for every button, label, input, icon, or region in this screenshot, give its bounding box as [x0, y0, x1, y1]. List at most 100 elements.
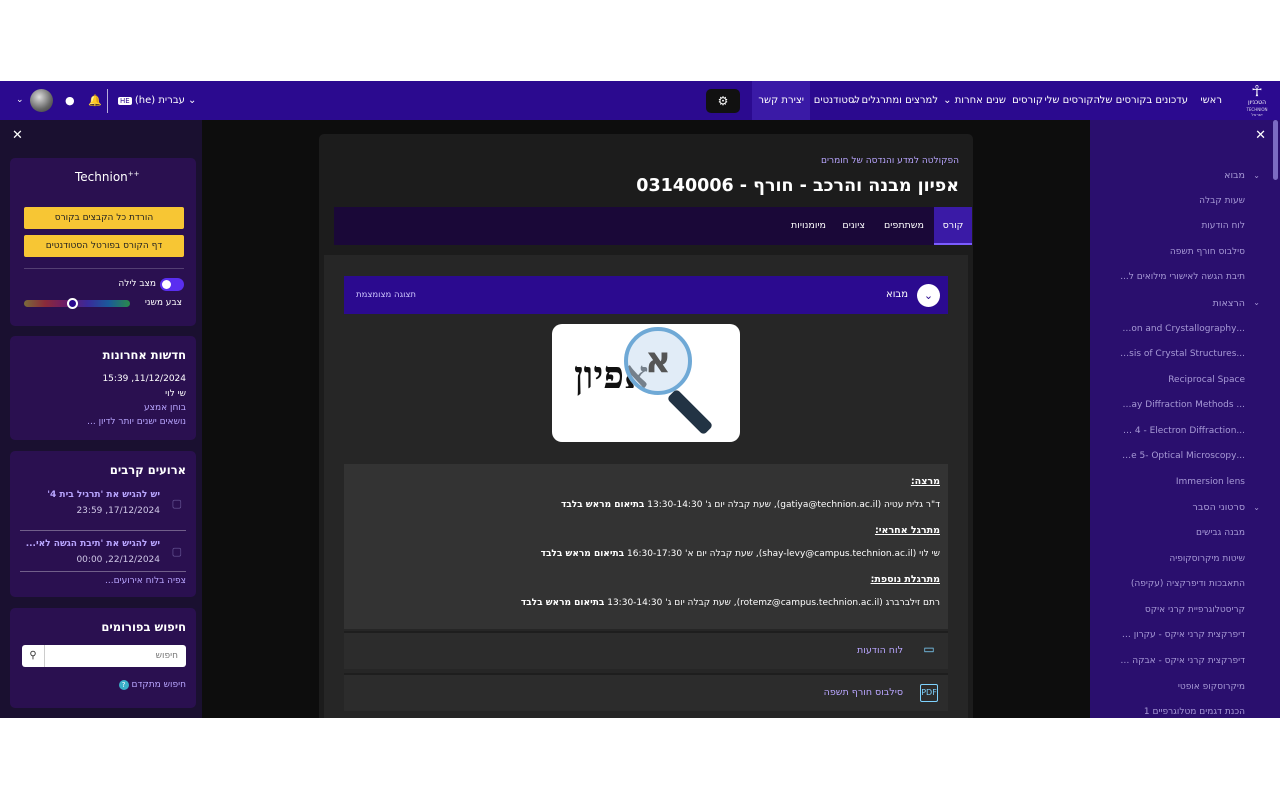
avatar[interactable]	[30, 89, 53, 112]
index-section-title[interactable]: סרטוני הסבר	[1193, 502, 1245, 513]
nav-contact[interactable]: יצירת קשר	[752, 81, 810, 120]
course-panel: ⌄ מבוא תצוגה מצומצמת אפיון א מרצה: ד"ר ג…	[324, 255, 968, 718]
logo-text: הטכניון	[1248, 99, 1266, 106]
nav-other-years-label: שנים אחרות	[954, 95, 1006, 106]
settings-gear-button[interactable]: ⚙	[706, 89, 740, 113]
index-item[interactable]: ...alysis of Crystal Structures	[1120, 349, 1245, 359]
ta-contact: שי לוי (shay-levy@campus.technion.ac.il)…	[624, 549, 940, 559]
index-item[interactable]: שעות קבלה	[1199, 196, 1245, 206]
nav-lecturers-label: למרצים ומתרגלים	[861, 95, 938, 106]
logo-subtext-2: ישראל	[1251, 112, 1263, 117]
ta-note: בתיאום מראש בלבד	[540, 549, 625, 559]
index-section-title[interactable]: הרצאות	[1213, 298, 1245, 309]
navbar-divider	[107, 89, 108, 113]
technion-plus-title: Technion++	[75, 170, 140, 184]
nav-students[interactable]: לסטודנטים ⌄	[802, 81, 860, 120]
nav-course-updates[interactable]: עדכונים בקורסים שלי	[1097, 81, 1188, 120]
index-item[interactable]: Reciprocal Space	[1168, 375, 1245, 385]
upcoming-events-card: ארועים קרבים יש להגיש את 'תרגיל בית 4' 1…	[10, 451, 196, 597]
download-all-files-button[interactable]: הורדת כל הקבצים בקורס	[24, 207, 184, 229]
nav-students-label: לסטודנטים	[813, 95, 860, 106]
forum-icon: ▭	[923, 642, 935, 656]
student-portal-button[interactable]: דף הקורס בפורטל הסטודנטים	[24, 235, 184, 257]
secondary-color-slider[interactable]	[24, 298, 130, 309]
events-title: ארועים קרבים	[109, 463, 186, 477]
index-item[interactable]: תיבת הגשה לאישורי מילואים ל...	[1120, 272, 1245, 282]
language-selector[interactable]: ⌄ עברית (he) HE	[118, 81, 196, 120]
language-label: עברית (he)	[134, 95, 185, 106]
night-mode-toggle[interactable]	[160, 278, 184, 291]
index-item[interactable]: דיפרקצית קרני איקס - אבקה וג...	[1120, 656, 1245, 666]
calendar-link[interactable]: צפיה בלוח אירועים...	[105, 576, 186, 586]
ta-label: מתרגל אחראי:	[874, 525, 940, 536]
forum-search-box: ⚲	[22, 645, 186, 667]
event-title[interactable]: יש להגיש את 'תיבת הגשה לאי...	[26, 539, 160, 549]
activity-syllabus[interactable]: PDF סילבוס חורף תשפה	[344, 673, 948, 711]
tab-grades[interactable]: ציונים	[842, 207, 865, 245]
advanced-search-link[interactable]: חיפוש מתקדם ?	[118, 680, 186, 690]
index-item[interactable]: לוח הודעות	[1201, 221, 1245, 231]
main-region: הפקולטה למדע והנדסה של חומרים אפיון מבנה…	[202, 120, 1090, 718]
lecturer-note: בתיאום מראש בלבד	[560, 500, 645, 510]
screen: ☥ הטכניון TECHNION ישראל ראשי עדכונים בק…	[0, 81, 1280, 718]
collapse-chevron-icon[interactable]: ⌄	[917, 284, 940, 307]
breadcrumb[interactable]: הפקולטה למדע והנדסה של חומרים	[821, 156, 959, 166]
search-icon[interactable]: ⚲	[22, 645, 45, 667]
ta2-label: מתרגלת נוספת:	[870, 574, 940, 585]
index-item[interactable]: התאבכות ודיפרקציה (עקיפה)	[1131, 579, 1245, 589]
chevron-down-icon: ⌄	[943, 95, 952, 106]
close-icon[interactable]: ✕	[12, 128, 23, 143]
close-icon[interactable]: ✕	[1255, 128, 1266, 143]
night-mode-label: מצב לילה	[118, 279, 156, 289]
ta2-details: רתם זילברברג (rotemz@campus.technion.ac.…	[521, 598, 940, 608]
news-title: חדשות אחרונות	[102, 348, 186, 362]
nav-other-years[interactable]: שנים אחרות ⌄	[943, 81, 1006, 120]
help-icon[interactable]: ?	[118, 680, 129, 690]
index-item[interactable]: ...uction and Crystallography	[1120, 324, 1245, 334]
index-item[interactable]: סילבוס חורף תשפה	[1170, 247, 1245, 257]
index-item[interactable]: Immersion lens	[1176, 477, 1245, 487]
latest-news-card: חדשות אחרונות 11/12/2024, 15:39 שי לוי ב…	[10, 336, 196, 440]
scrollbar[interactable]	[1273, 120, 1278, 180]
event-date: 17/12/2024, 23:59	[76, 506, 160, 516]
activity-announcements[interactable]: ▭ לוח הודעות	[344, 631, 948, 669]
tab-course[interactable]: קורס	[934, 207, 972, 245]
index-item[interactable]: מיקרוסקופ אופטי	[1178, 682, 1245, 692]
older-topics-link[interactable]: נושאים ישנים יותר לדיון ...	[87, 417, 186, 427]
course-index-drawer: ✕ ⌄ מבוא שעות קבלה לוח הודעות סילבוס חור…	[1090, 120, 1280, 718]
chevron-down-icon[interactable]: ⌄	[1253, 503, 1260, 512]
index-item[interactable]: שיטות מיקרוסקופיה	[1169, 554, 1245, 564]
section-intro-header[interactable]: ⌄ מבוא תצוגה מצומצמת	[344, 276, 948, 314]
index-item[interactable]: דיפרקצית קרני איקס - עקרון פ...	[1120, 630, 1245, 640]
nav-courses[interactable]: קורסים	[1012, 81, 1043, 120]
chevron-down-icon[interactable]: ⌄	[1253, 298, 1260, 307]
secondary-color-label: צבע משני	[144, 298, 182, 308]
nav-home[interactable]: ראשי	[1200, 81, 1222, 120]
bell-icon[interactable]: 🔔	[88, 81, 102, 120]
collapsed-view-link[interactable]: תצוגה מצומצמת	[356, 290, 416, 300]
advanced-search-label: חיפוש מתקדם	[131, 680, 186, 690]
chevron-down-icon[interactable]: ⌄	[1253, 171, 1260, 180]
index-item[interactable]: הכנת דגמים מטלוגרפיים 1	[1144, 707, 1245, 717]
index-section-title[interactable]: מבוא	[1224, 170, 1245, 181]
left-drawer: ✕ Technion++ הורדת כל הקבצים בקורס דף הק…	[0, 120, 202, 718]
index-item[interactable]: קריסטלוגרפיית קרני איקס	[1145, 605, 1245, 615]
index-item[interactable]: ...ture 5- Optical Microscopy	[1120, 451, 1245, 461]
user-menu-chevron-icon[interactable]: ⌄	[16, 81, 24, 120]
event-title[interactable]: יש להגיש את 'תרגיל בית 4'	[47, 490, 160, 500]
technion-logo[interactable]: ☥ הטכניון TECHNION ישראל	[1242, 84, 1272, 118]
chat-icon[interactable]: ●	[65, 81, 75, 120]
slider-handle[interactable]	[67, 298, 78, 309]
index-item[interactable]: ...ture 4 - Electron Diffraction	[1120, 426, 1245, 436]
forum-search-input[interactable]	[45, 645, 186, 667]
nav-lecturers[interactable]: למרצים ומתרגלים ⌄	[850, 81, 938, 120]
nav-my-courses[interactable]: הקורסים שלי	[1044, 81, 1100, 120]
divider	[24, 268, 184, 269]
index-item[interactable]: ... X-ray Diffraction Methods	[1120, 400, 1245, 410]
page-title: אפיון מבנה והרכב - חורף - 03140006	[636, 176, 959, 196]
tab-participants[interactable]: משתתפים	[884, 207, 924, 245]
tab-competencies[interactable]: מיומנויות	[791, 207, 826, 245]
news-author: שי לוי	[165, 389, 186, 399]
index-item[interactable]: מבנה גבישים	[1196, 528, 1245, 538]
news-subject-link[interactable]: בוחן אמצע	[144, 403, 186, 413]
